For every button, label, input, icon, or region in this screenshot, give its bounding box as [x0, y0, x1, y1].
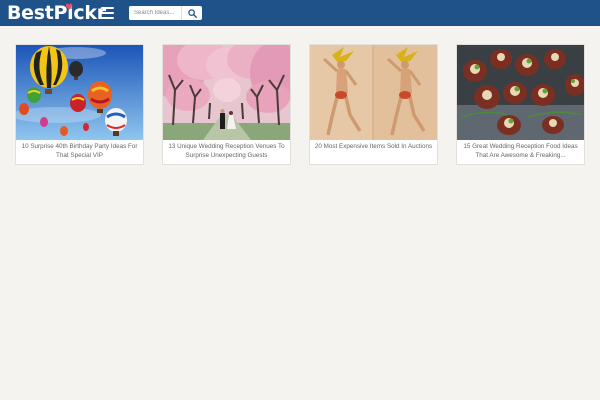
card-title[interactable]: 15 Great Wedding Reception Food Ideas Th… — [460, 142, 581, 164]
logo-text: BestPickr — [7, 2, 106, 24]
card-title[interactable]: 10 Surprise 40th Birthday Party Ideas Fo… — [19, 142, 140, 164]
menu-icon[interactable] — [101, 7, 114, 19]
article-card[interactable]: 13 Unique Wedding Reception Venues To Su… — [162, 44, 291, 165]
heart-icon: ♥ — [65, 3, 73, 13]
article-card[interactable]: 15 Great Wedding Reception Food Ideas Th… — [456, 44, 585, 165]
article-card[interactable]: 20 Most Expensive Items Sold In Auctions — [309, 44, 438, 165]
search-box — [129, 6, 202, 20]
search-icon — [187, 8, 197, 18]
search-button[interactable] — [181, 6, 202, 20]
wedding-venue-image[interactable] — [163, 45, 290, 140]
top-navbar: BestPickr ♥ — [0, 0, 600, 26]
article-card[interactable]: 10 Surprise 40th Birthday Party Ideas Fo… — [15, 44, 144, 165]
card-title[interactable]: 20 Most Expensive Items Sold In Auctions — [313, 142, 434, 164]
food-image[interactable] — [457, 45, 584, 140]
card-title[interactable]: 13 Unique Wedding Reception Venues To Su… — [166, 142, 287, 164]
balloons-image[interactable] — [16, 45, 143, 140]
search-input[interactable] — [129, 6, 181, 20]
auction-item-image[interactable] — [310, 45, 437, 140]
site-logo[interactable]: BestPickr ♥ — [7, 2, 106, 24]
